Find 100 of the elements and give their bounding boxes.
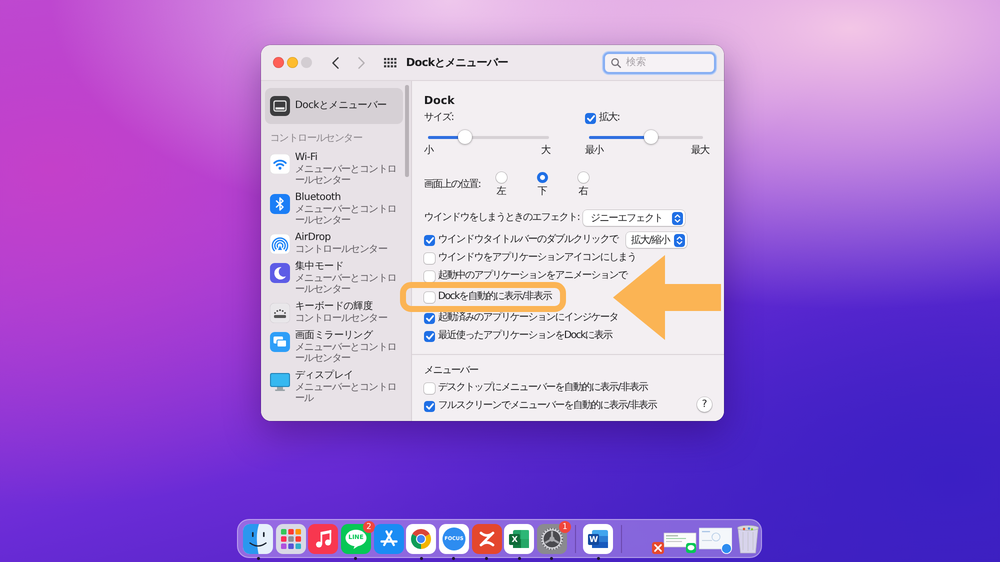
up-down-chevron-icon (674, 234, 686, 246)
circle-app-icon[interactable] (438, 524, 469, 554)
radio-label: 右 (578, 186, 588, 198)
slider-thumb[interactable] (458, 130, 472, 144)
search-icon (611, 58, 621, 68)
checkbox[interactable] (424, 234, 435, 246)
two-screens-icon (270, 332, 290, 352)
slider[interactable] (589, 130, 703, 144)
letter-a-app-icon[interactable] (374, 524, 404, 554)
sidebar-item[interactable]: Bluetooth メニューバーとコントロールセンター (265, 189, 403, 229)
sidebar-item[interactable]: AirDrop コントロールセンター (265, 229, 403, 258)
section-header: コントロールセンター (270, 133, 364, 145)
checkbox-label: Dockを自動的に表示/非表示 (438, 291, 552, 303)
effect-dropdown[interactable]: ジニーエフェクト (583, 210, 686, 226)
item-title: 画面ミラーリング (295, 330, 374, 342)
item-subtitle: メニューバーとコントロールセンター (295, 342, 398, 364)
checkmark-icon (426, 402, 434, 410)
checkbox-label: フルスクリーンでメニューバーを自動的に表示/非表示 (438, 400, 656, 412)
double-click-action-dropdown[interactable]: 拡大/縮小 (626, 232, 688, 248)
scrollbar-thumb[interactable] (405, 85, 409, 177)
checkbox-label: ウインドウをアプリケーションアイコンにしまう (438, 252, 636, 264)
trash-icon[interactable] (734, 524, 761, 554)
sidebar-item[interactable]: ディスプレイ メニューバーとコントロール (265, 367, 403, 407)
checkbox[interactable] (424, 270, 435, 282)
moon-icon (270, 263, 290, 283)
item-title: Wi-Fi (295, 152, 318, 164)
grid-icon (384, 58, 396, 68)
item-title: キーボードの輝度 (295, 301, 374, 313)
checkmark-icon (426, 236, 434, 244)
browser-app-icon[interactable] (406, 524, 436, 554)
gear-app-icon[interactable] (536, 524, 567, 554)
spreadsheet-app-icon[interactable] (504, 524, 534, 554)
checkbox[interactable] (424, 382, 435, 394)
item-subtitle: メニューバーとコントロールセンター (295, 273, 398, 295)
bluetooth-icon (270, 194, 290, 214)
search-field[interactable]: 検索 (603, 52, 716, 74)
logo-text: W (588, 534, 600, 545)
checkbox[interactable] (424, 252, 435, 264)
effect-label: ウインドウをしまうときのエフェクト: (424, 212, 580, 224)
sidebar-item[interactable]: 集中モード メニューバーとコントロールセンター (265, 258, 403, 298)
chat-bubble-app-icon[interactable] (340, 524, 371, 554)
document-app-icon[interactable] (583, 524, 614, 554)
item-title: 集中モード (295, 261, 345, 273)
item-subtitle: メニューバーとコントロールセンター (295, 204, 398, 226)
monitor-icon (270, 372, 290, 392)
sidebar-item[interactable]: Wi-Fi メニューバーとコントロールセンター (265, 149, 403, 189)
curves-app-icon[interactable] (472, 524, 502, 554)
help-button[interactable]: ? (697, 397, 712, 412)
slider-min-label: 最小 (585, 145, 603, 156)
sidebar-item[interactable]: Dockとメニューバー (265, 88, 403, 124)
slider-label: サイズ: (424, 112, 454, 124)
logo-text: X (510, 534, 519, 545)
checkbox-label: 最近使ったアプリケーションをDockに表示 (438, 330, 612, 342)
slider-min-label: 小 (424, 145, 433, 156)
radio-button[interactable] (578, 172, 588, 183)
checkmark-icon (426, 314, 434, 322)
checkbox-label: 起動済みのアプリケーションにインジケータ (438, 312, 618, 324)
item-subtitle: メニューバーとコントロールセンター (295, 164, 398, 186)
concentric-arcs-icon (270, 234, 290, 254)
checkmark-icon (586, 114, 594, 122)
wifi-icon (270, 154, 290, 174)
item-title: AirDrop (295, 232, 332, 244)
brightness-icon (270, 303, 290, 323)
item-subtitle: コントロールセンター (295, 313, 388, 324)
slider-thumb[interactable] (644, 130, 658, 144)
checkbox-label: 拡大: (599, 112, 620, 124)
slider-max-label: 大 (541, 145, 550, 156)
music-note-app-icon[interactable] (308, 524, 338, 554)
notification-badge: 1 (558, 521, 571, 533)
checkbox[interactable] (424, 330, 435, 342)
checkbox-label: 起動中のアプリケーションをアニメーションで (438, 270, 627, 282)
checkbox-label: デスクトップにメニューバーを自動的に表示/非表示 (438, 382, 648, 394)
checkbox[interactable] (424, 292, 435, 302)
radio-button[interactable] (496, 172, 506, 183)
radio-label: 下 (538, 186, 546, 198)
checkmark-icon (426, 332, 434, 340)
item-title: ディスプレイ (295, 370, 354, 382)
checkbox[interactable] (424, 400, 435, 412)
radio-label: 左 (496, 186, 506, 198)
up-down-chevron-icon (672, 212, 684, 224)
dock-window-icon (270, 96, 290, 116)
sidebar-item[interactable]: 画面ミラーリング メニューバーとコントロールセンター (265, 327, 403, 367)
close-button[interactable] (273, 57, 284, 68)
item-subtitle: コントロールセンター (295, 244, 388, 255)
slider-max-label: 最大 (691, 145, 709, 156)
notification-badge: 2 (362, 521, 375, 533)
window-title: Dockとメニューバー (406, 55, 508, 70)
chevron-right-icon (358, 56, 364, 68)
smiling-face-app-icon[interactable] (243, 524, 273, 554)
position-label: 画面上の位置: (424, 179, 482, 191)
checkbox[interactable] (424, 312, 435, 324)
section-title: Dock (424, 94, 456, 108)
chevron-left-icon (332, 56, 338, 68)
sidebar-item[interactable]: キーボードの輝度 コントロールセンター (265, 298, 403, 327)
radio-button[interactable] (536, 172, 548, 183)
checkbox[interactable] (585, 112, 596, 124)
item-title: Dockとメニューバー (295, 100, 387, 112)
section-title: メニューバー (424, 365, 478, 376)
slider[interactable] (428, 130, 549, 144)
app-grid-icon[interactable] (276, 524, 306, 554)
